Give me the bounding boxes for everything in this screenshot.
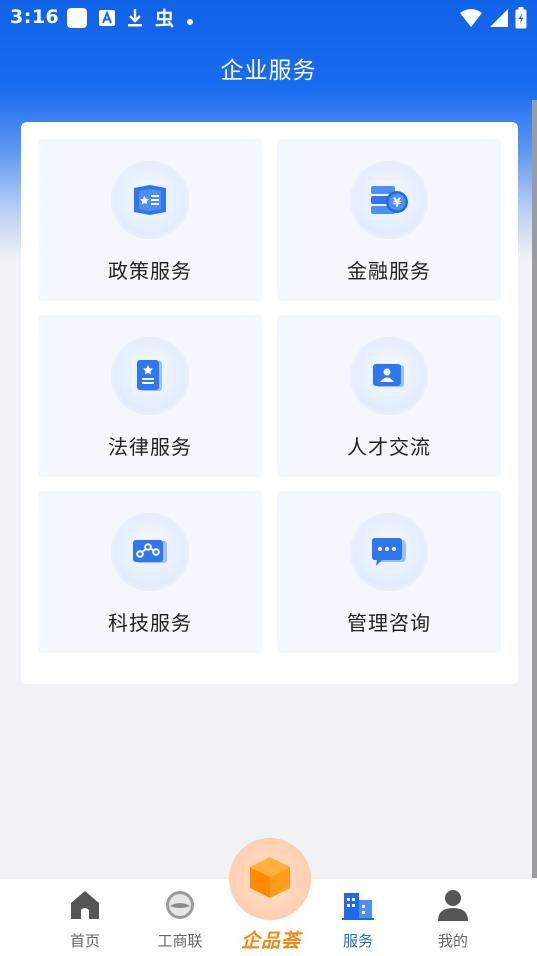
talent-id-card-icon [350, 337, 428, 415]
nav-home[interactable]: 首页 [50, 887, 120, 951]
dot-icon [186, 11, 194, 30]
cube-box-icon [246, 853, 294, 905]
status-bar: 3:16 虫 [0, 0, 537, 36]
nav-services-label: 服务 [342, 932, 373, 950]
service-tile-talent[interactable]: 人才交流 [277, 315, 501, 477]
status-time: 3:16 [10, 6, 60, 28]
policy-book-icon [111, 161, 189, 239]
status-icons-right [459, 7, 527, 33]
svg-text:虫: 虫 [155, 7, 174, 29]
building-icon [340, 887, 376, 922]
service-tile-policy[interactable]: 政策服务 [38, 139, 262, 301]
finance-coin-icon: ¥ [350, 161, 428, 239]
font-a-icon [98, 9, 116, 31]
svg-text:¥: ¥ [393, 196, 402, 210]
law-document-icon [111, 337, 189, 415]
home-icon [67, 887, 103, 922]
service-label: 法律服务 [108, 435, 192, 459]
nav-home-label: 首页 [69, 932, 100, 950]
federation-logo-icon [162, 887, 198, 922]
service-label: 管理咨询 [347, 611, 431, 635]
nav-mine-label: 我的 [437, 932, 468, 950]
nav-federation-label: 工商联 [157, 932, 203, 950]
battery-charging-icon [515, 7, 527, 33]
tech-node-icon [111, 513, 189, 591]
app-square-icon [66, 7, 88, 33]
service-label: 金融服务 [347, 259, 431, 283]
service-label: 人才交流 [347, 435, 431, 459]
service-tile-tech[interactable]: 科技服务 [38, 491, 262, 653]
scroll-indicator [532, 100, 537, 880]
service-tile-finance[interactable]: ¥ 金融服务 [277, 139, 501, 301]
wifi-icon [459, 8, 483, 32]
nav-services[interactable]: 服务 [323, 887, 393, 951]
nav-mine[interactable]: 我的 [418, 887, 488, 951]
center-shop-button[interactable] [229, 838, 311, 920]
user-icon [435, 887, 471, 922]
page-title: 企业服务 [220, 58, 317, 84]
service-tile-law[interactable]: 法律服务 [38, 315, 262, 477]
consult-chat-icon [350, 513, 428, 591]
title-bar: 企业服务 [0, 46, 537, 90]
download-icon [126, 8, 144, 32]
signal-icon [489, 8, 509, 32]
nav-federation[interactable]: 工商联 [145, 887, 215, 951]
bug-icon: 虫 [154, 7, 176, 33]
brand-name: 企品荟 [240, 930, 301, 952]
status-icons-left: 虫 [66, 7, 194, 33]
service-tile-consult[interactable]: 管理咨询 [277, 491, 501, 653]
services-card: 政策服务 ¥ 金融服务 法律服务 人才交流 科技服务 管理咨询 [21, 122, 518, 684]
service-label: 政策服务 [108, 259, 192, 283]
service-label: 科技服务 [108, 611, 192, 635]
